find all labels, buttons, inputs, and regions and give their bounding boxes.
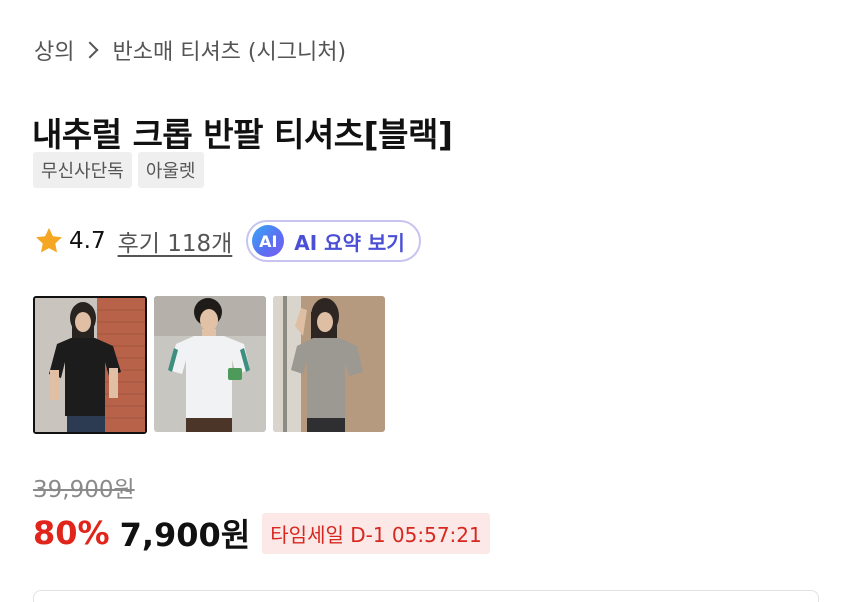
price-row: 80% 7,900원 타임세일 D-1 05:57:21 (33, 510, 490, 556)
time-sale-badge: 타임세일 D-1 05:57:21 (262, 512, 490, 554)
thumbnail-black-image (35, 298, 145, 432)
product-detail-page: 상의 반소매 티셔츠 (시그니처) 내추럴 크롭 반팔 티셔츠[블랙] 무신사단… (0, 0, 850, 602)
ai-summary-label: AI 요약 보기 (294, 230, 405, 255)
chevron-right-icon (81, 41, 99, 59)
rating-value: 4.7 (69, 228, 106, 254)
sale-price: 7,900원 (119, 516, 251, 554)
product-tags: 무신사단독 아울렛 (33, 152, 204, 188)
review-count-link[interactable]: 후기 118개 (118, 224, 233, 258)
breadcrumb-current[interactable]: 반소매 티셔츠 (시그니처) (112, 34, 346, 66)
tag-exclusive: 무신사단독 (33, 152, 132, 188)
next-section-card (33, 590, 819, 602)
product-title: 내추럴 크롭 반팔 티셔츠[블랙] (32, 115, 453, 155)
rating-row: 4.7 후기 118개 AI AI 요약 보기 (33, 218, 421, 264)
discount-rate: 80% (33, 514, 110, 552)
ai-badge-icon: AI (252, 225, 285, 257)
tag-outlet: 아울렛 (137, 152, 204, 188)
breadcrumb-parent[interactable]: 상의 (34, 34, 74, 66)
ai-summary-button[interactable]: AI AI 요약 보기 (246, 220, 421, 262)
thumbnail-white-image (154, 296, 266, 432)
thumbnail-black[interactable] (33, 296, 147, 434)
star-icon (36, 227, 62, 253)
thumbnail-gallery (33, 296, 385, 434)
thumbnail-gray[interactable] (273, 296, 385, 432)
original-price: 39,900원 (33, 477, 135, 503)
thumbnail-white[interactable] (154, 296, 266, 432)
thumbnail-gray-image (273, 296, 385, 432)
breadcrumb: 상의 반소매 티셔츠 (시그니처) (34, 34, 346, 66)
